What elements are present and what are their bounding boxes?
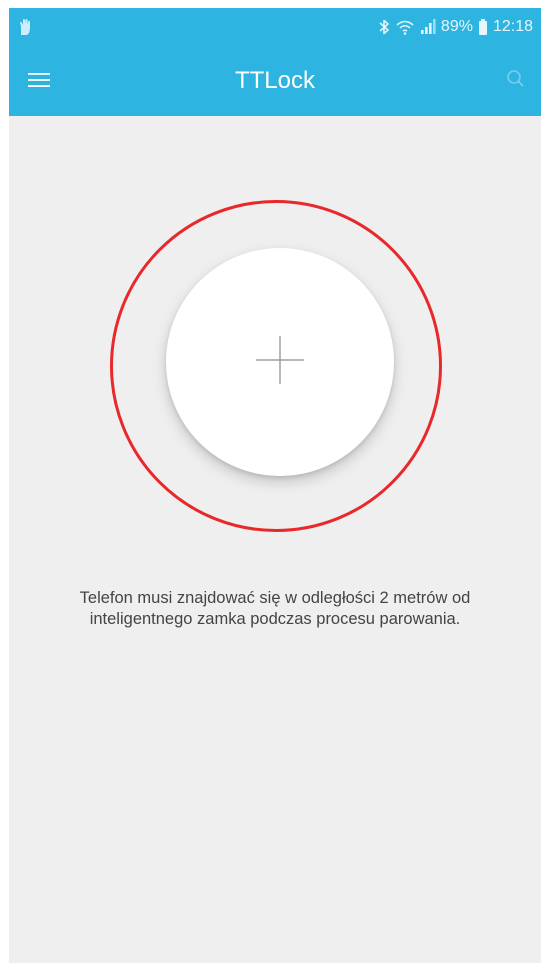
search-button[interactable] (501, 66, 529, 94)
app-title: TTLock (234, 67, 315, 94)
signal-icon (420, 18, 436, 36)
notification-hand-icon (17, 18, 33, 36)
add-lock-button[interactable] (166, 248, 394, 476)
status-indicators: 89% 12:18 (378, 8, 533, 46)
wifi-icon (395, 18, 415, 36)
search-icon (505, 68, 525, 93)
app-bar: TTLock (9, 46, 541, 116)
bluetooth-icon (378, 18, 390, 36)
clock: 12:18 (492, 18, 533, 35)
app-screen: 89% 12:18 TTLock Telefon musi znajdować … (9, 8, 541, 963)
pairing-hint-text: Telefon musi znajdować się w odległości … (79, 589, 471, 628)
status-bar: 89% 12:18 (9, 8, 541, 46)
menu-button[interactable] (23, 66, 55, 98)
hamburger-menu-icon (28, 72, 50, 93)
battery-icon (478, 18, 488, 36)
battery-percent: 89% (440, 18, 473, 35)
plus-icon (256, 335, 304, 389)
